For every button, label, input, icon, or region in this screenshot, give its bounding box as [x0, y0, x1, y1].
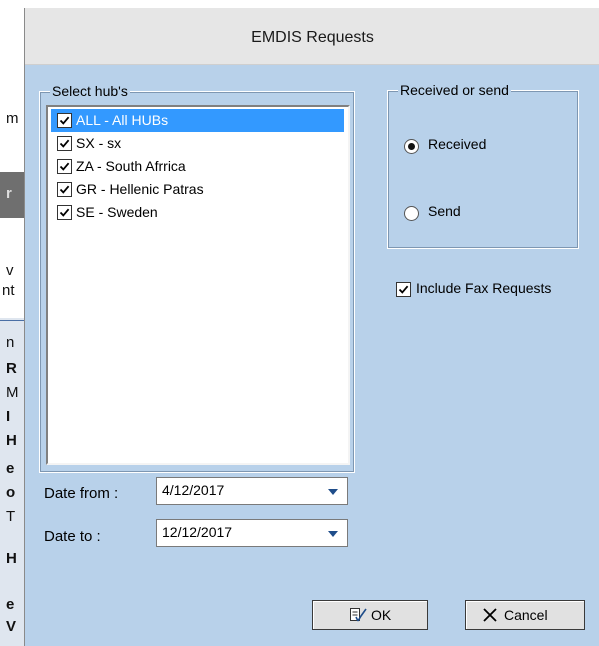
include-fax-label[interactable]: Include Fax Requests — [416, 280, 551, 296]
dialog-titlebar[interactable]: EMDIS Requests — [25, 8, 599, 65]
hub-item-label: ALL - All HUBs — [76, 112, 169, 128]
bg-glyph: V — [6, 618, 17, 635]
bg-divider — [0, 320, 24, 321]
hub-item-label: GR - Hellenic Patras — [76, 181, 204, 197]
date-from-picker[interactable]: 4/12/2017 — [156, 477, 348, 505]
hub-checkbox[interactable] — [57, 136, 72, 151]
chevron-down-icon[interactable] — [320, 479, 346, 503]
hub-item-za[interactable]: ZA - South Afrrica — [51, 155, 344, 178]
include-fax-checkbox[interactable] — [396, 282, 411, 297]
hub-checkbox[interactable] — [57, 113, 72, 128]
cancel-button-label: Cancel — [504, 607, 548, 623]
ok-button-label: OK — [371, 607, 392, 623]
ok-button[interactable]: OK — [312, 600, 428, 630]
hub-item-sx[interactable]: SX - sx — [51, 132, 344, 155]
hub-checkbox[interactable] — [57, 182, 72, 197]
hub-groupbox-legend: Select hub's — [50, 83, 130, 99]
direction-groupbox: Received or send Received Send — [387, 82, 579, 249]
send-radio-label[interactable]: Send — [428, 203, 461, 219]
bg-glyph: o — [6, 484, 16, 501]
date-to-value[interactable]: 12/12/2017 — [162, 524, 232, 540]
dialog-title: EMDIS Requests — [251, 29, 374, 46]
emdis-requests-dialog: EMDIS Requests Select hub's ALL - All HU… — [24, 8, 599, 646]
bg-glyph: nt — [2, 282, 15, 299]
direction-groupbox-legend: Received or send — [398, 82, 511, 98]
chevron-down-icon[interactable] — [320, 521, 346, 545]
bg-glyph: T — [6, 508, 16, 525]
cancel-button[interactable]: Cancel — [465, 600, 585, 630]
hub-checkbox[interactable] — [57, 205, 72, 220]
bg-glyph: r — [6, 185, 12, 202]
received-radio[interactable] — [404, 139, 419, 154]
bg-glyph: R — [6, 360, 17, 377]
hub-item-gr[interactable]: GR - Hellenic Patras — [51, 178, 344, 201]
bg-glyph: H — [6, 432, 17, 449]
bg-glyph: e — [6, 596, 15, 613]
date-from-label: Date from : — [44, 485, 119, 502]
background-app: m r v nt n R M I H e o T H e V — [0, 0, 24, 646]
bg-glyph: m — [6, 110, 19, 127]
hub-item-label: ZA - South Afrrica — [76, 158, 186, 174]
edit-document-icon — [349, 607, 367, 626]
bg-glyph: H — [6, 550, 17, 567]
received-radio-label[interactable]: Received — [428, 136, 486, 152]
bg-glyph: I — [6, 408, 11, 425]
hub-checkbox[interactable] — [57, 159, 72, 174]
bg-glyph: n — [6, 334, 15, 351]
close-icon — [483, 608, 497, 625]
background-toolbar — [0, 172, 24, 218]
hub-item-label: SE - Sweden — [76, 204, 158, 220]
send-radio[interactable] — [404, 206, 419, 221]
hub-item-all[interactable]: ALL - All HUBs — [51, 109, 344, 132]
date-to-label: Date to : — [44, 528, 101, 545]
hub-listbox[interactable]: ALL - All HUBs SX - sx ZA - South Afrric… — [46, 105, 350, 465]
bg-glyph: v — [6, 262, 14, 279]
date-from-value[interactable]: 4/12/2017 — [162, 482, 224, 498]
bg-glyph: M — [6, 384, 19, 401]
date-to-picker[interactable]: 12/12/2017 — [156, 519, 348, 547]
hub-item-label: SX - sx — [76, 135, 122, 151]
hub-item-se[interactable]: SE - Sweden — [51, 201, 344, 224]
bg-glyph: e — [6, 460, 15, 477]
